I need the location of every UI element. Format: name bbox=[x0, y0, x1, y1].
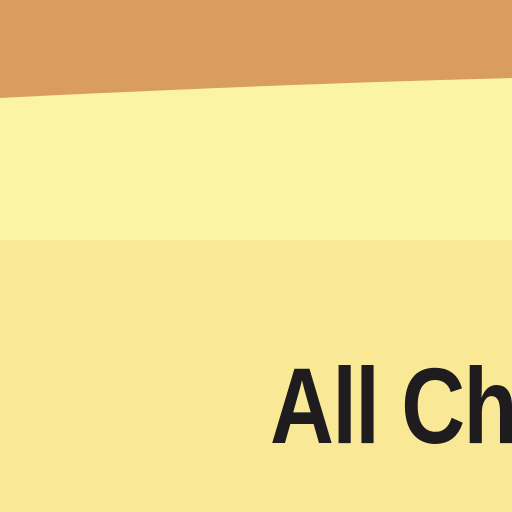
app-screen: All Ch bbox=[0, 0, 512, 512]
section-title: All Ch bbox=[270, 345, 512, 466]
